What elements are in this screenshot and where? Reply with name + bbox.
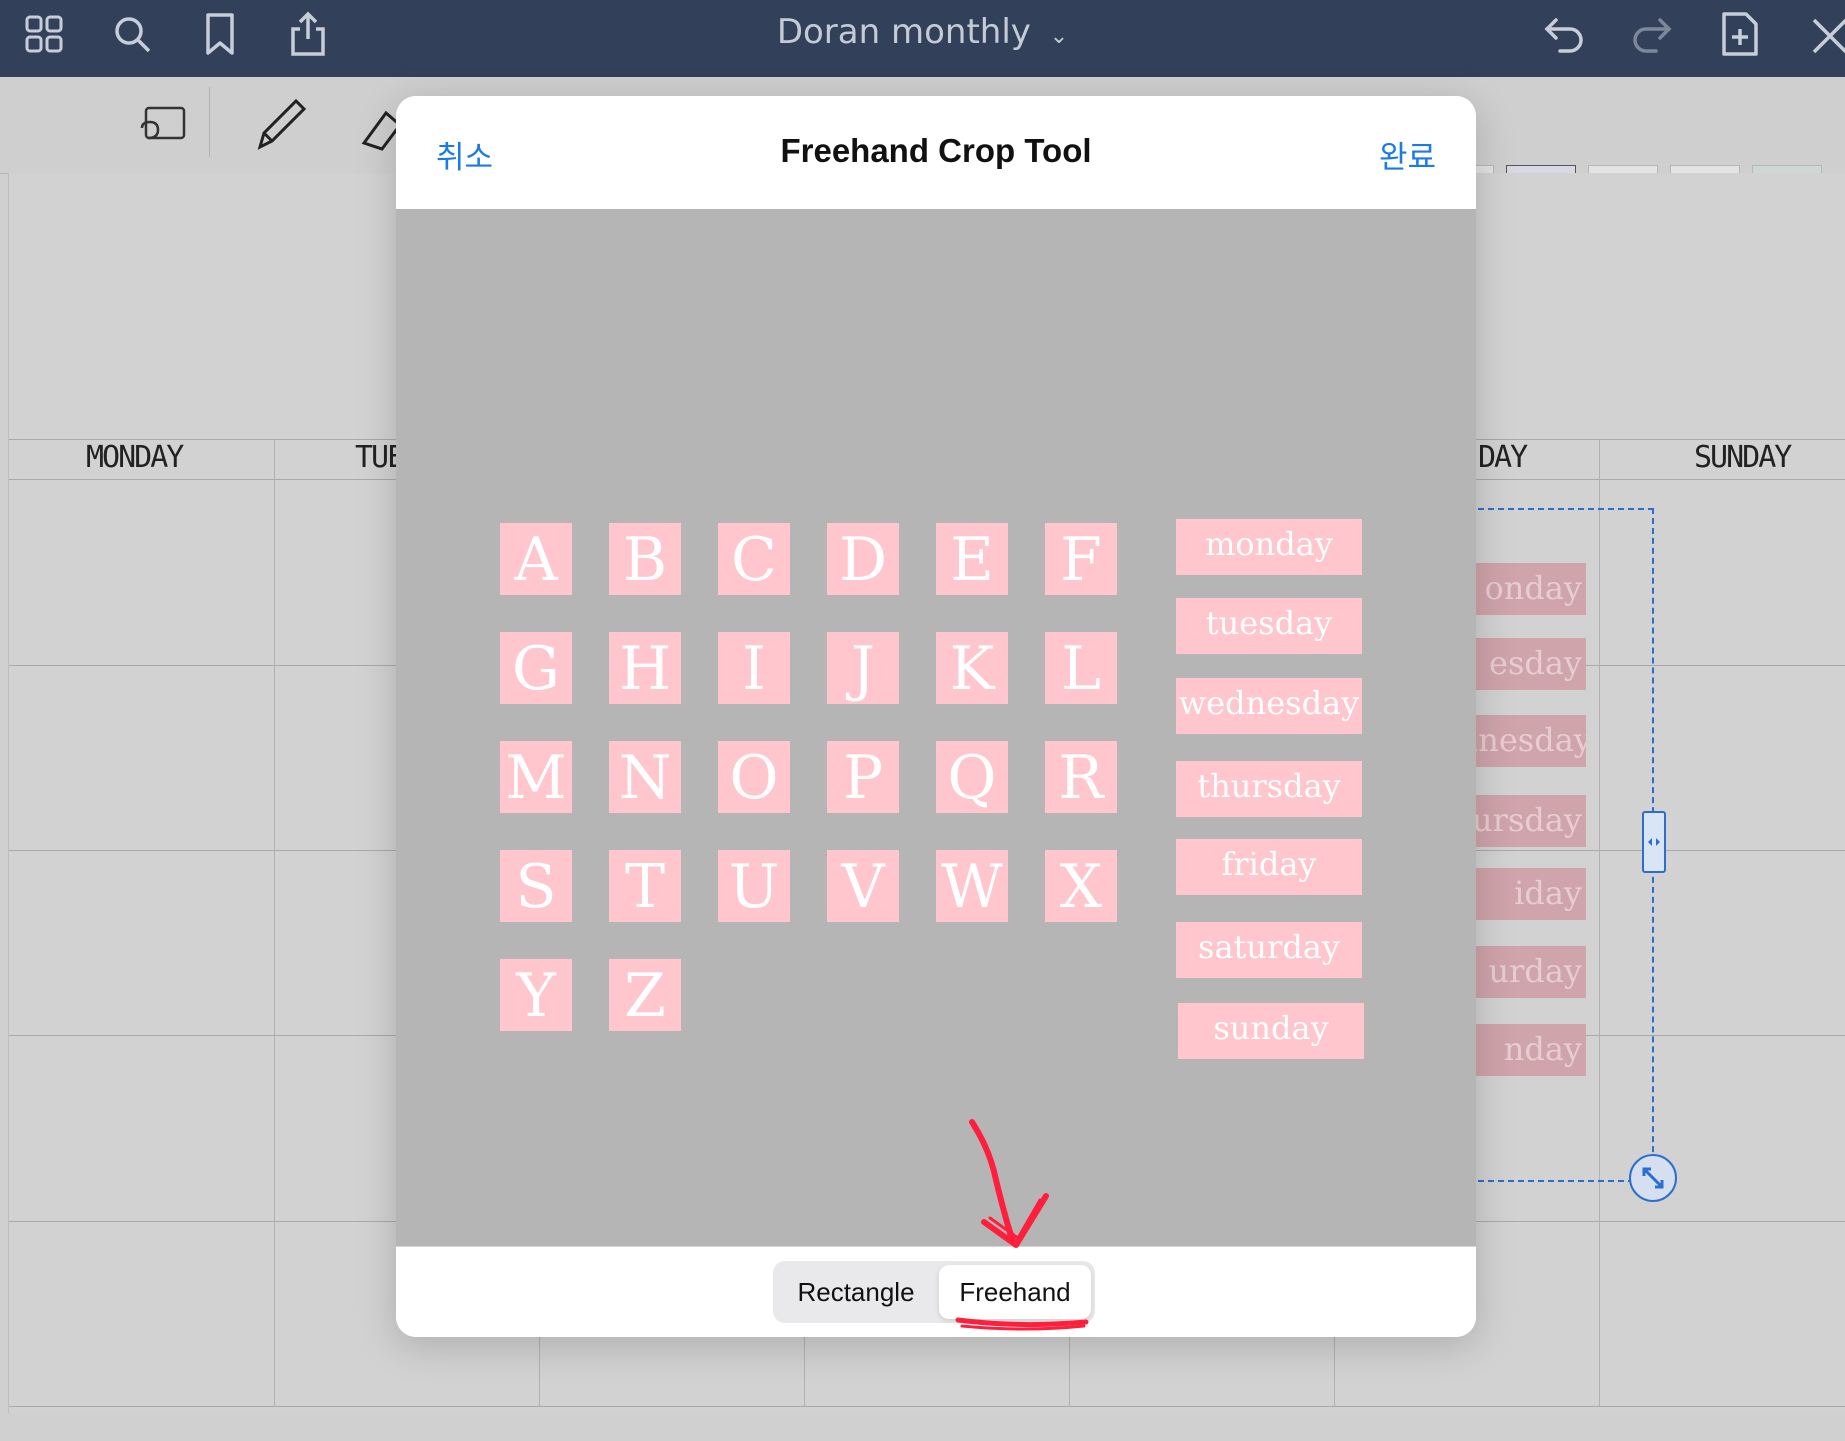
letter-sticker[interactable]: Q	[936, 741, 1008, 813]
letter-sticker[interactable]: F	[1045, 523, 1117, 595]
day-sticker[interactable]: wednesday	[1176, 678, 1362, 734]
freehand-mode-button[interactable]: Freehand	[939, 1265, 1091, 1319]
selection-box[interactable]	[1478, 508, 1654, 1182]
letter-sticker[interactable]: M	[500, 741, 572, 813]
day-sticker[interactable]: saturday	[1176, 922, 1362, 978]
letter-sticker[interactable]: D	[827, 523, 899, 595]
toolbar-divider	[209, 87, 210, 157]
letter-sticker[interactable]: U	[718, 850, 790, 922]
add-page-icon[interactable]	[1716, 10, 1764, 58]
pencil-icon[interactable]	[250, 95, 310, 160]
letter-sticker[interactable]: K	[936, 632, 1008, 704]
redo-icon[interactable]	[1628, 10, 1676, 58]
letter-sticker[interactable]: C	[718, 523, 790, 595]
top-app-bar: Doran monthly ⌄	[0, 0, 1845, 77]
crop-canvas[interactable]: A B C D E F G H I J K L M N O P Q R S T …	[396, 209, 1476, 1246]
resize-handle[interactable]	[1642, 811, 1666, 873]
rectangle-mode-button[interactable]: Rectangle	[777, 1265, 935, 1319]
letter-sticker[interactable]: Z	[609, 959, 681, 1031]
letter-sticker[interactable]: N	[609, 741, 681, 813]
letter-sticker[interactable]: R	[1045, 741, 1117, 813]
dialog-footer: Rectangle Freehand	[396, 1246, 1476, 1337]
letter-sticker[interactable]: I	[718, 632, 790, 704]
letter-sticker[interactable]: P	[827, 741, 899, 813]
done-button[interactable]: 완료	[1379, 132, 1436, 177]
letter-sticker[interactable]: A	[500, 523, 572, 595]
dialog-title: Freehand Crop Tool	[780, 132, 1092, 169]
day-sticker[interactable]: thursday	[1176, 761, 1362, 817]
letter-sticker[interactable]: E	[936, 523, 1008, 595]
letter-sticker[interactable]: T	[609, 850, 681, 922]
undo-icon[interactable]	[1540, 10, 1588, 58]
lasso-tool-icon[interactable]	[138, 104, 188, 149]
day-header-saturday: DAY	[1478, 440, 1528, 475]
letter-sticker[interactable]: X	[1045, 850, 1117, 922]
chevron-down-icon: ⌄	[1049, 24, 1069, 49]
day-header-sunday: SUNDAY	[1694, 440, 1792, 475]
letter-sticker[interactable]: V	[827, 850, 899, 922]
letter-sticker[interactable]: O	[718, 741, 790, 813]
document-title-text: Doran monthly	[776, 12, 1031, 52]
letter-sticker[interactable]: H	[609, 632, 681, 704]
eraser-icon[interactable]	[360, 103, 403, 158]
day-sticker[interactable]: monday	[1176, 519, 1362, 575]
letter-sticker[interactable]: G	[500, 632, 572, 704]
letter-sticker[interactable]: J	[827, 632, 899, 704]
letter-sticker[interactable]: W	[936, 850, 1008, 922]
day-sticker[interactable]: sunday	[1178, 1003, 1364, 1059]
grid-line	[274, 439, 275, 1406]
rotate-scale-handle[interactable]	[1629, 1154, 1677, 1202]
grid-line	[9, 1406, 1845, 1407]
letter-sticker[interactable]: Y	[500, 959, 572, 1031]
dialog-header: 취소 Freehand Crop Tool 완료	[396, 96, 1476, 210]
day-header-monday: MONDAY	[86, 440, 184, 475]
day-sticker[interactable]: tuesday	[1176, 598, 1362, 654]
close-icon[interactable]	[1804, 10, 1845, 58]
letter-sticker[interactable]: L	[1045, 632, 1117, 704]
letter-sticker[interactable]: S	[500, 850, 572, 922]
freehand-crop-dialog: 취소 Freehand Crop Tool 완료 A B C D E F G H…	[396, 96, 1476, 1337]
letter-sticker[interactable]: B	[609, 523, 681, 595]
crop-mode-segmented-control: Rectangle Freehand	[773, 1261, 1095, 1323]
day-sticker[interactable]: friday	[1176, 839, 1362, 895]
